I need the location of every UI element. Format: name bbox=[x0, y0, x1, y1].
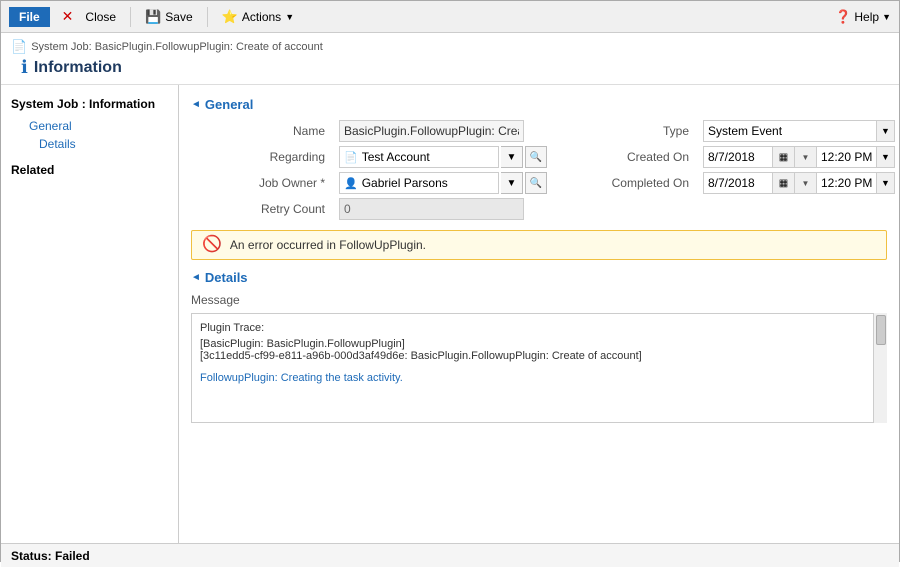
sidebar-item-general[interactable]: General bbox=[11, 117, 178, 135]
sidebar-item-details[interactable]: Details bbox=[11, 135, 178, 153]
completed-on-label: Completed On bbox=[555, 176, 695, 190]
sidebar-title: System Job : Information bbox=[1, 93, 178, 117]
regarding-doc-icon: 📄 bbox=[344, 151, 358, 164]
completed-on-time-btn[interactable]: ▼ bbox=[877, 172, 895, 194]
job-owner-label: Job Owner * bbox=[191, 176, 331, 190]
trace-line1: [BasicPlugin: BasicPlugin.FollowupPlugin… bbox=[200, 338, 868, 350]
actions-dropdown-icon: ▼ bbox=[285, 12, 294, 22]
name-label: Name bbox=[191, 124, 331, 138]
save-icon: 💾 bbox=[145, 9, 161, 25]
separator bbox=[130, 7, 131, 27]
job-owner-dropdown-btn[interactable]: ▼ bbox=[501, 172, 523, 194]
breadcrumb: 📄 System Job: BasicPlugin.FollowupPlugin… bbox=[11, 39, 889, 55]
regarding-label: Regarding bbox=[191, 150, 331, 164]
separator2 bbox=[207, 7, 208, 27]
close-x-icon: ✕ bbox=[62, 8, 74, 25]
main-layout: System Job : Information General Details… bbox=[1, 85, 899, 543]
created-on-time-btn[interactable]: ▼ bbox=[877, 146, 895, 168]
info-icon: ℹ bbox=[21, 57, 28, 78]
status-text: Status: Failed bbox=[11, 549, 90, 563]
job-owner-value: Gabriel Parsons bbox=[362, 176, 448, 190]
details-section-header[interactable]: ◄ Details bbox=[191, 270, 887, 285]
regarding-field-wrap: 📄 Test Account ▼ 🔍 bbox=[339, 146, 547, 168]
related-label: Related bbox=[1, 153, 178, 181]
plugin-trace-container: Plugin Trace: [BasicPlugin: BasicPlugin.… bbox=[191, 313, 887, 423]
created-on-calendar-btn[interactable]: ▦ bbox=[773, 146, 795, 168]
person-icon: 👤 bbox=[344, 177, 358, 190]
completed-on-cal-icon: ▼ bbox=[795, 172, 817, 194]
retry-count-input bbox=[339, 198, 524, 220]
regarding-dropdown-btn[interactable]: ▼ bbox=[501, 146, 523, 168]
sidebar: System Job : Information General Details… bbox=[1, 85, 179, 543]
error-icon: 🚫 bbox=[202, 237, 222, 253]
type-select[interactable]: System Event bbox=[703, 120, 877, 142]
job-owner-wrap: 👤 Gabriel Parsons ▼ 🔍 bbox=[339, 172, 547, 194]
star-icon: ⭐ bbox=[222, 9, 238, 25]
plugin-trace-header: Plugin Trace: bbox=[200, 322, 868, 334]
page-title: Information bbox=[34, 59, 122, 77]
help-dropdown-icon: ▼ bbox=[882, 12, 891, 22]
toolbar: File ✕ Close 💾 Save ⭐ Actions ▼ ❓ Help ▼ bbox=[1, 1, 899, 33]
completed-on-wrap: ▦ ▼ ▼ bbox=[703, 172, 895, 194]
sidebar-nav: General Details bbox=[1, 117, 178, 153]
trace-line3 bbox=[200, 362, 868, 372]
save-button[interactable]: 💾 Save bbox=[145, 9, 193, 25]
general-section-label: General bbox=[205, 97, 253, 112]
breadcrumb-label: System Job: BasicPlugin.FollowupPlugin: … bbox=[31, 41, 323, 53]
created-on-cal-icon: ▼ bbox=[795, 146, 817, 168]
created-on-date-input[interactable] bbox=[703, 146, 773, 168]
details-section-label: Details bbox=[205, 270, 248, 285]
trace-line2-text: [3c11edd5-cf99-e811-a96b-000d3af49d6e: B… bbox=[200, 350, 642, 362]
general-form: Name Type System Event ▼ Regarding 📄 Tes… bbox=[191, 120, 887, 220]
close-button[interactable]: Close bbox=[85, 10, 116, 24]
retry-count-label: Retry Count bbox=[191, 202, 331, 216]
name-field-wrap bbox=[339, 120, 547, 142]
completed-on-date-input[interactable] bbox=[703, 172, 773, 194]
page-title-row: ℹ Information bbox=[11, 55, 889, 82]
created-on-time-input[interactable] bbox=[817, 146, 877, 168]
trace-line4: FollowupPlugin: Creating the task activi… bbox=[200, 372, 868, 384]
error-banner: 🚫 An error occurred in FollowUpPlugin. bbox=[191, 230, 887, 260]
content-area: ◄ General Name Type System Event ▼ Regar… bbox=[179, 85, 899, 543]
general-collapse-icon: ◄ bbox=[191, 99, 201, 110]
general-section-header[interactable]: ◄ General bbox=[191, 97, 887, 112]
job-owner-display: 👤 Gabriel Parsons bbox=[339, 172, 499, 194]
details-collapse-icon: ◄ bbox=[191, 272, 201, 283]
completed-on-calendar-btn[interactable]: ▦ bbox=[773, 172, 795, 194]
trace-line2: [3c11edd5-cf99-e811-a96b-000d3af49d6e: B… bbox=[200, 350, 868, 362]
help-icon: ❓ bbox=[835, 9, 851, 25]
type-label: Type bbox=[555, 124, 695, 138]
status-bar: Status: Failed bbox=[1, 543, 899, 567]
help-button[interactable]: ❓ Help ▼ bbox=[835, 9, 891, 25]
close-label: Close bbox=[85, 10, 116, 24]
plugin-trace-box[interactable]: Plugin Trace: [BasicPlugin: BasicPlugin.… bbox=[191, 313, 887, 423]
breadcrumb-icon: 📄 bbox=[11, 39, 27, 55]
completed-on-time-input[interactable] bbox=[817, 172, 877, 194]
scrollbar-thumb bbox=[876, 315, 886, 345]
regarding-value: Test Account bbox=[362, 150, 430, 164]
created-on-wrap: ▦ ▼ ▼ bbox=[703, 146, 895, 168]
actions-button[interactable]: ⭐ Actions ▼ bbox=[222, 9, 294, 25]
job-owner-lookup-btn[interactable]: 🔍 bbox=[525, 172, 547, 194]
message-label: Message bbox=[191, 293, 887, 307]
created-on-label: Created On bbox=[555, 150, 695, 164]
type-field-wrap: System Event ▼ bbox=[703, 120, 895, 142]
regarding-display: 📄 Test Account bbox=[339, 146, 499, 168]
file-button[interactable]: File bbox=[9, 7, 50, 27]
regarding-lookup-btn[interactable]: 🔍 bbox=[525, 146, 547, 168]
breadcrumb-area: 📄 System Job: BasicPlugin.FollowupPlugin… bbox=[1, 33, 899, 85]
name-input[interactable] bbox=[339, 120, 524, 142]
plugin-trace-scrollbar[interactable] bbox=[873, 313, 887, 423]
actions-label: Actions bbox=[242, 10, 281, 24]
trace-line4-text: FollowupPlugin: Creating the task activi… bbox=[200, 372, 403, 384]
retry-count-wrap bbox=[339, 198, 547, 220]
error-message: An error occurred in FollowUpPlugin. bbox=[230, 238, 426, 252]
save-label: Save bbox=[165, 10, 192, 24]
type-dropdown-arrow: ▼ bbox=[877, 120, 895, 142]
help-label: Help bbox=[854, 10, 879, 24]
